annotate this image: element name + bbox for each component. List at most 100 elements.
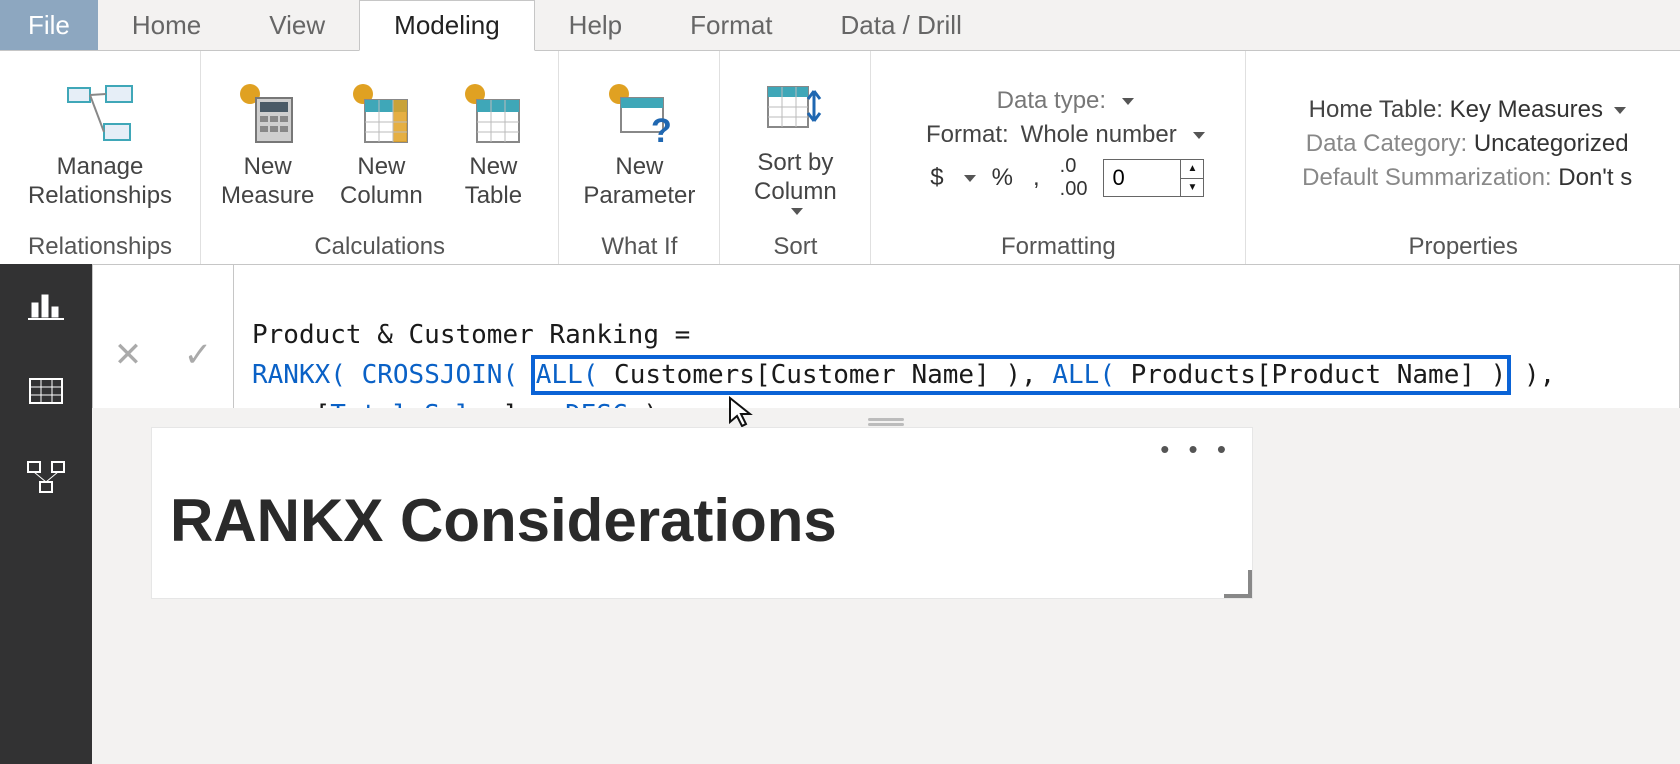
home-table-dropdown[interactable]: Home Table: Key Measures — [1309, 96, 1626, 124]
model-icon — [26, 460, 66, 494]
visual-options-button[interactable]: • • • — [1160, 434, 1232, 465]
tab-file[interactable]: File — [0, 0, 98, 50]
data-category-value: Uncategorized — [1474, 130, 1629, 157]
chevron-down-icon — [1193, 132, 1205, 139]
currency-button[interactable]: $ — [926, 164, 947, 192]
arg-customers: Customers[Customer Name] ) — [598, 360, 1021, 390]
visual-title-text: RANKX Considerations — [170, 486, 837, 555]
manage-relationships-label: Manage Relationships — [28, 153, 172, 211]
percent-button[interactable]: % — [988, 164, 1017, 192]
new-column-icon — [344, 77, 418, 151]
manage-relationships-button[interactable]: Manage Relationships — [12, 73, 188, 215]
decimals-input[interactable] — [1104, 160, 1180, 196]
fn-crossjoin: CROSSJOIN( — [362, 360, 519, 390]
home-table-label: Home Table: — [1309, 96, 1443, 123]
comma: , — [1021, 360, 1052, 390]
group-calculations-label: Calculations — [213, 231, 546, 261]
more-icon: • • • — [1160, 434, 1232, 464]
tab-view[interactable]: View — [235, 0, 359, 50]
report-view-button[interactable] — [25, 284, 67, 326]
tab-file-label: File — [28, 10, 70, 41]
new-column-button[interactable]: New Column — [328, 73, 434, 215]
text-visual[interactable]: • • • RANKX Considerations — [152, 428, 1252, 598]
tab-modeling[interactable]: Modeling — [359, 0, 535, 51]
spinner-down-icon[interactable]: ▼ — [1181, 179, 1203, 197]
new-table-icon — [456, 77, 530, 151]
sort-by-column-button[interactable]: Sort by Column — [732, 69, 858, 220]
formula-bar-resize-handle[interactable] — [866, 416, 906, 428]
thousands-sep-button[interactable]: , — [1029, 164, 1044, 192]
tab-home-label: Home — [132, 10, 201, 41]
default-summarization-dropdown[interactable]: Default Summarization: Don't s — [1302, 164, 1632, 192]
measure-name: Product & Customer Ranking = — [252, 320, 706, 350]
format-dropdown[interactable]: Format: Whole number — [926, 121, 1205, 149]
tab-format[interactable]: Format — [656, 0, 806, 50]
new-parameter-icon: ? — [602, 77, 676, 151]
data-type-label: Data type: — [997, 87, 1106, 115]
x-icon: ✕ — [114, 335, 143, 375]
tab-help-label: Help — [569, 10, 622, 41]
new-measure-button[interactable]: New Measure — [213, 73, 322, 215]
data-category-label: Data Category: — [1306, 130, 1467, 157]
tab-view-label: View — [269, 10, 325, 41]
new-table-button[interactable]: New Table — [440, 73, 546, 215]
tab-home[interactable]: Home — [98, 0, 235, 50]
sort-by-column-label: Sort by Column — [754, 149, 837, 207]
tab-data-drill-label: Data / Drill — [841, 10, 962, 41]
new-parameter-label: New Parameter — [583, 153, 695, 211]
chevron-down-icon — [1614, 107, 1626, 114]
svg-text:?: ? — [651, 112, 671, 146]
highlighted-expression: ALL( Customers[Customer Name] ), ALL( Pr… — [534, 358, 1509, 392]
check-icon: ✓ — [184, 335, 213, 375]
format-label: Format: — [926, 121, 1009, 149]
default-sum-label: Default Summarization: — [1302, 164, 1551, 191]
group-properties-label: Properties — [1258, 231, 1668, 261]
data-view-button[interactable] — [25, 370, 67, 412]
close-crossjoin: ), — [1508, 360, 1555, 390]
group-formatting: Data type: Format: Whole number $ % , .0… — [871, 51, 1246, 265]
data-category-dropdown[interactable]: Data Category: Uncategorized — [1306, 130, 1629, 158]
group-whatif-label: What If — [571, 231, 707, 261]
commit-formula-button[interactable]: ✓ — [163, 325, 233, 385]
sort-by-column-icon — [758, 73, 832, 147]
new-measure-label: New Measure — [221, 153, 314, 211]
fn-all-1: ALL( — [536, 360, 599, 390]
model-view-button[interactable] — [25, 456, 67, 498]
relationships-icon — [63, 77, 137, 151]
table-icon — [28, 375, 64, 407]
tab-modeling-label: Modeling — [394, 10, 500, 41]
fn-all-2: ALL( — [1052, 360, 1115, 390]
new-measure-icon — [231, 77, 305, 151]
bar-chart-icon — [28, 289, 64, 321]
view-switcher-bar — [0, 264, 92, 764]
tab-help[interactable]: Help — [535, 0, 656, 50]
group-calculations: New Measure New Column — [201, 51, 559, 265]
group-whatif: ? New Parameter What If — [559, 51, 720, 265]
ribbon: Manage Relationships Relationships New M… — [0, 51, 1680, 266]
menu-tab-strip: File Home View Modeling Help Format Data… — [0, 0, 1680, 51]
chevron-down-icon — [791, 208, 803, 215]
group-sort: Sort by Column Sort — [720, 51, 871, 265]
default-sum-value: Don't s — [1558, 164, 1632, 191]
group-formatting-label: Formatting — [883, 231, 1233, 261]
chevron-down-icon — [964, 175, 976, 182]
group-properties: Home Table: Key Measures Data Category: … — [1246, 51, 1680, 265]
report-canvas[interactable]: • • • RANKX Considerations — [92, 408, 1680, 764]
format-value: Whole number — [1021, 121, 1177, 149]
data-type-dropdown[interactable]: Data type: — [997, 87, 1134, 115]
decimal-icon: .0.00 — [1056, 155, 1092, 201]
decimals-spinner[interactable]: ▲▼ — [1103, 159, 1204, 197]
home-table-value: Key Measures — [1450, 96, 1603, 123]
group-sort-label: Sort — [732, 231, 858, 261]
chevron-down-icon — [1122, 98, 1134, 105]
tab-data-drill[interactable]: Data / Drill — [807, 0, 996, 50]
group-relationships-label: Relationships — [12, 231, 188, 261]
spinner-up-icon[interactable]: ▲ — [1181, 160, 1203, 179]
tab-format-label: Format — [690, 10, 772, 41]
cancel-formula-button[interactable]: ✕ — [93, 325, 163, 385]
arg-products: Products[Product Name] ) — [1115, 360, 1506, 390]
new-parameter-button[interactable]: ? New Parameter — [571, 73, 707, 215]
fn-rankx: RANKX( — [252, 360, 346, 390]
group-relationships: Manage Relationships Relationships — [0, 51, 201, 265]
resize-handle-icon[interactable] — [1224, 570, 1252, 598]
